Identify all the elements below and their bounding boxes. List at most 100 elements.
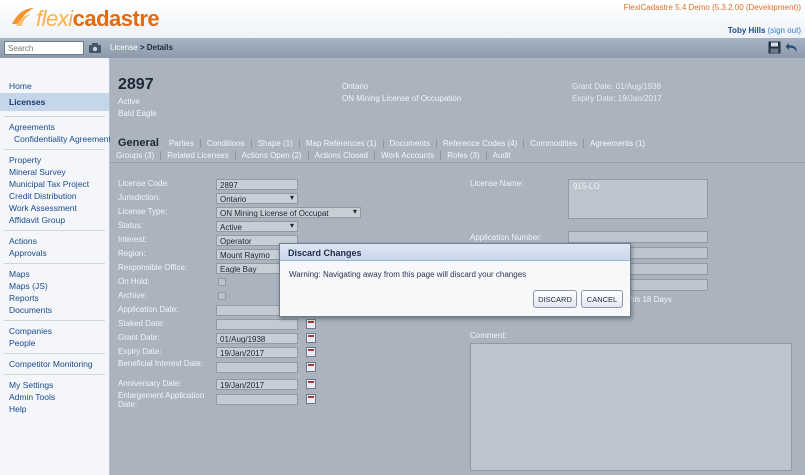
sidebar-divider <box>4 259 105 264</box>
summary-expiry-date: Expiry Date: 19/Jan/2017 <box>572 94 662 103</box>
license-status: Active <box>118 97 140 106</box>
sidebar-item-licenses[interactable]: Licenses <box>0 93 109 111</box>
sidebar-item-companies[interactable]: Companies <box>0 325 109 337</box>
app-header: flexicadastre FlexiCadastre 5.4 Demo (5.… <box>0 0 805 38</box>
anniversary-date-label: Anniversary Date: <box>118 379 182 388</box>
sidebar-item-affidavit-group[interactable]: Affidavit Group <box>0 214 109 226</box>
sidebar-divider <box>4 349 105 354</box>
sidebar-item-help[interactable]: Help <box>0 403 109 415</box>
summary-grant-date: Grant Date: 01/Aug/1938 <box>572 82 661 91</box>
sidebar-item-admin-tools[interactable]: Admin Tools <box>0 391 109 403</box>
license-jurisdiction: Ontario <box>342 82 369 91</box>
calendar-icon[interactable] <box>306 333 316 343</box>
sidebar-item-mineral-survey[interactable]: Mineral Survey <box>0 166 109 178</box>
tab-reference-codes[interactable]: Reference Codes (4) <box>436 139 523 148</box>
sidebar-item-approvals[interactable]: Approvals <box>0 247 109 259</box>
license-code-field[interactable]: 2897 <box>216 179 298 190</box>
archive-checkbox[interactable] <box>218 292 226 300</box>
license-type-label: License Type: <box>118 207 168 216</box>
license-type-select[interactable]: ON Mining License of Occupat <box>216 207 361 218</box>
tab-shape[interactable]: Shape (1) <box>250 139 299 148</box>
breadcrumb-parent[interactable]: License <box>110 43 138 52</box>
sidebar-item-people[interactable]: People <box>0 337 109 349</box>
dialog-message: Warning: Navigating away from this page … <box>289 270 527 279</box>
sidebar-item-credit-distribution[interactable]: Credit Distribution <box>0 190 109 202</box>
calendar-icon[interactable] <box>306 362 316 372</box>
sidebar-divider <box>4 112 105 117</box>
tab-roles[interactable]: Roles (3) <box>440 151 485 160</box>
expiry-date-field[interactable]: 19/Jan/2017 <box>216 347 298 358</box>
on-hold-label: On Hold: <box>118 277 150 286</box>
comment-textarea[interactable] <box>470 343 792 471</box>
tab-map-references[interactable]: Map References (1) <box>298 139 383 148</box>
logo-text-cadastre: cadastre <box>72 6 160 31</box>
search-input[interactable] <box>4 41 84 55</box>
staked-date-field[interactable] <box>216 319 298 330</box>
sidebar-item-my-settings[interactable]: My Settings <box>0 379 109 391</box>
sidebar-divider <box>4 145 105 150</box>
sidebar-item-documents[interactable]: Documents <box>0 304 109 316</box>
anniversary-date-field[interactable]: 19/Jan/2017 <box>216 379 298 390</box>
sidebar-item-home[interactable]: Home <box>0 80 109 92</box>
tab-conditions[interactable]: Conditions <box>199 139 251 148</box>
application-number-field[interactable] <box>568 231 708 243</box>
calendar-icon[interactable] <box>306 347 316 357</box>
sidebar-item-property[interactable]: Property <box>0 154 109 166</box>
tab-documents[interactable]: Documents <box>382 139 436 148</box>
search-icon[interactable] <box>88 41 102 55</box>
calendar-icon[interactable] <box>306 394 316 404</box>
user-name: Toby Hills <box>727 26 766 35</box>
general-form: License Code: 2897 Jurisdiction: Ontario… <box>110 162 805 475</box>
grant-date-field[interactable]: 01/Aug/1938 <box>216 333 298 344</box>
discard-button[interactable]: DISCARD <box>533 290 577 308</box>
sidebar-item-actions[interactable]: Actions <box>0 235 109 247</box>
discard-changes-dialog: Discard Changes Warning: Navigating away… <box>279 243 631 317</box>
sidebar-item-confidentiality-agreement[interactable]: Confidentiality Agreement <box>0 133 111 145</box>
on-hold-checkbox[interactable] <box>218 278 226 286</box>
jurisdiction-label: Jurisdiction: <box>118 193 161 202</box>
archive-label: Archive: <box>118 291 147 300</box>
app-logo[interactable]: flexicadastre <box>36 6 160 32</box>
days-text: his 18 Days <box>630 295 672 304</box>
sidebar-item-agreements[interactable]: Agreements <box>0 121 109 133</box>
sidebar-divider <box>4 316 105 321</box>
enlargement-date-field[interactable] <box>216 394 298 405</box>
comment-label: Comment: <box>470 331 507 340</box>
license-summary: 2897 Active Bald Eagle Ontario ON Mining… <box>110 72 805 124</box>
calendar-icon[interactable] <box>306 319 316 329</box>
sidebar-item-municipal-tax-project[interactable]: Municipal Tax Project <box>0 178 109 190</box>
status-select[interactable]: Active <box>216 221 298 232</box>
tab-agreements[interactable]: Agreements (1) <box>582 139 651 148</box>
license-name-label: License Name: <box>470 179 524 188</box>
logo-text-flexi: flexi <box>36 6 73 31</box>
sidebar-item-work-assessment[interactable]: Work Assessment <box>0 202 109 214</box>
tab-parties[interactable]: Parties <box>163 139 200 148</box>
license-name-field[interactable]: 915-LO <box>568 179 708 219</box>
tab-work-accounts[interactable]: Work Accounts <box>374 151 440 160</box>
sidebar-divider <box>4 226 105 231</box>
jurisdiction-select[interactable]: Ontario <box>216 193 298 204</box>
sidebar-item-maps[interactable]: Maps <box>0 268 109 280</box>
status-label: Status: <box>118 221 143 230</box>
cancel-button[interactable]: CANCEL <box>581 290 623 308</box>
sign-out-link[interactable]: (sign out) <box>768 26 801 35</box>
sidebar-item-competitor-monitoring[interactable]: Competitor Monitoring <box>0 358 109 370</box>
license-code-label: License Code: <box>118 179 170 188</box>
beneficial-interest-date-label: Beneficial Interest Date: <box>118 359 203 368</box>
license-number: 2897 <box>118 76 154 93</box>
tab-audit[interactable]: Audit <box>485 151 517 160</box>
undo-icon[interactable] <box>785 41 799 54</box>
tab-actions-open[interactable]: Actions Open (2) <box>234 151 308 160</box>
sidebar-item-maps-js[interactable]: Maps (JS) <box>0 280 109 292</box>
sidebar-item-reports[interactable]: Reports <box>0 292 109 304</box>
tab-groups[interactable]: Groups (3) <box>110 151 160 160</box>
tab-general[interactable]: General <box>110 137 163 149</box>
save-icon[interactable] <box>768 41 781 54</box>
tab-row-2: Groups (3) Related Licenses Actions Open (… <box>110 151 517 160</box>
calendar-icon[interactable] <box>306 379 316 389</box>
tab-commodities[interactable]: Commodities <box>523 139 583 148</box>
beneficial-interest-date-field[interactable] <box>216 362 298 373</box>
enlargement-date-label: Enlargement Application Date: <box>118 391 205 409</box>
tab-related-licenses[interactable]: Related Licenses <box>160 151 234 160</box>
tab-actions-closed[interactable]: Actions Closed <box>307 151 374 160</box>
